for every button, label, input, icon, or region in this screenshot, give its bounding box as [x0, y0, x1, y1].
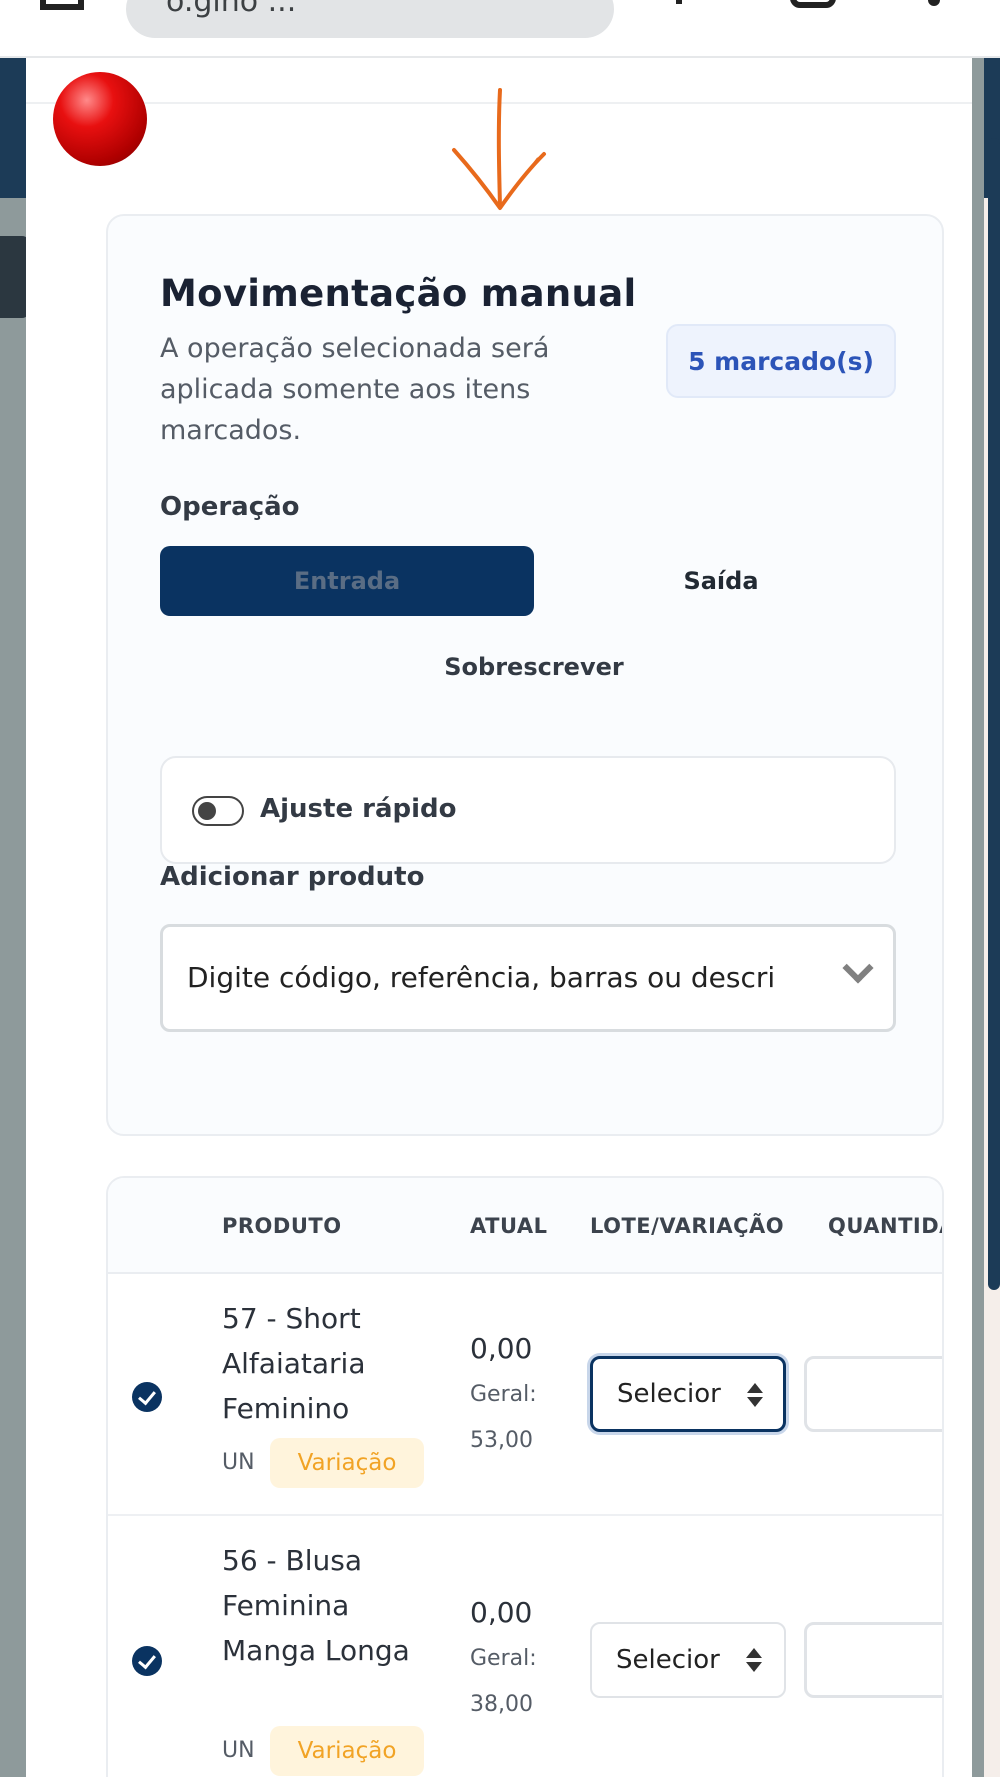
quantity-input[interactable]	[804, 1356, 942, 1432]
quick-adjust-toggle[interactable]	[192, 796, 244, 826]
quantity-input[interactable]	[804, 1622, 942, 1698]
column-header-lote: LOTE/VARIAÇÃO	[590, 1214, 785, 1238]
add-product-label: Adicionar produto	[160, 862, 425, 892]
address-bar-text: o.gino ...	[166, 0, 297, 19]
address-bar[interactable]: o.gino ...	[126, 0, 614, 38]
lote-select-placeholder: Selecior	[617, 1379, 721, 1409]
current-stock: 0,00	[470, 1332, 533, 1365]
browser-toolbar: o.gino ...	[0, 0, 1000, 58]
annotation-red-dot	[53, 72, 147, 166]
lote-select[interactable]: Selecior	[590, 1356, 786, 1432]
table-row: 56 - Blusa Feminina Manga Longa UN Varia…	[108, 1516, 942, 1777]
product-name: 56 - Blusa Feminina Manga Longa	[222, 1544, 410, 1667]
variation-tag: Variação	[270, 1726, 424, 1776]
menu-icon[interactable]	[928, 0, 940, 6]
sort-arrows-icon	[746, 1648, 762, 1674]
operation-sobrescrever-button[interactable]: Sobrescrever	[160, 632, 908, 702]
row-checkbox[interactable]	[132, 1382, 162, 1412]
products-table: PRODUTO ATUAL LOTE/VARIAÇÃO QUANTIDA 57 …	[106, 1176, 944, 1777]
new-tab-icon[interactable]	[676, 0, 682, 4]
tab-switcher-icon[interactable]	[790, 0, 836, 8]
operation-entrada-button[interactable]: Entrada	[160, 546, 534, 616]
quick-adjust-label: Ajuste rápido	[260, 794, 457, 824]
add-product-select[interactable]: Digite código, referência, barras ou des…	[160, 924, 896, 1032]
product-unit: UN	[222, 1738, 255, 1763]
product-unit: UN	[222, 1450, 255, 1475]
general-stock-value: 53,00	[470, 1428, 533, 1453]
selected-count-badge: 5 marcado(s)	[666, 324, 896, 398]
column-header-quantidade: QUANTIDA	[828, 1214, 944, 1238]
current-stock: 0,00	[470, 1596, 533, 1629]
lote-select[interactable]: Selecior	[590, 1622, 786, 1698]
manual-movement-modal: Movimentação manual A operação seleciona…	[26, 58, 972, 1777]
general-stock-value: 38,00	[470, 1692, 533, 1717]
modal-title: Movimentação manual	[160, 272, 637, 315]
variation-tag: Variação	[270, 1438, 424, 1488]
product-name: 57 - Short Alfaiataria Feminino	[222, 1302, 366, 1425]
chevron-down-icon	[842, 952, 874, 984]
operation-saida-button[interactable]: Saída	[534, 546, 908, 616]
scrollbar[interactable]	[988, 138, 1000, 1290]
add-product-placeholder: Digite código, referência, barras ou des…	[187, 961, 776, 994]
annotation-arrow-icon	[452, 88, 546, 210]
tabs-icon[interactable]	[40, 0, 84, 10]
column-header-produto: PRODUTO	[222, 1214, 342, 1238]
background-header	[0, 58, 26, 198]
operation-label: Operação	[160, 492, 300, 522]
table-row: 57 - Short Alfaiataria Feminino UN Varia…	[108, 1274, 942, 1516]
general-stock-label: Geral:	[470, 1646, 537, 1671]
quick-adjust-box: Ajuste rápido	[160, 756, 896, 864]
modal-description: A operação selecionada será aplicada som…	[160, 333, 550, 446]
sort-arrows-icon	[747, 1383, 763, 1409]
lote-select-placeholder: Selecior	[616, 1645, 720, 1675]
column-header-atual: ATUAL	[470, 1214, 548, 1238]
row-checkbox[interactable]	[132, 1646, 162, 1676]
table-header: PRODUTO ATUAL LOTE/VARIAÇÃO QUANTIDA	[108, 1178, 944, 1274]
general-stock-label: Geral:	[470, 1382, 537, 1407]
operation-card: Movimentação manual A operação seleciona…	[106, 214, 944, 1136]
